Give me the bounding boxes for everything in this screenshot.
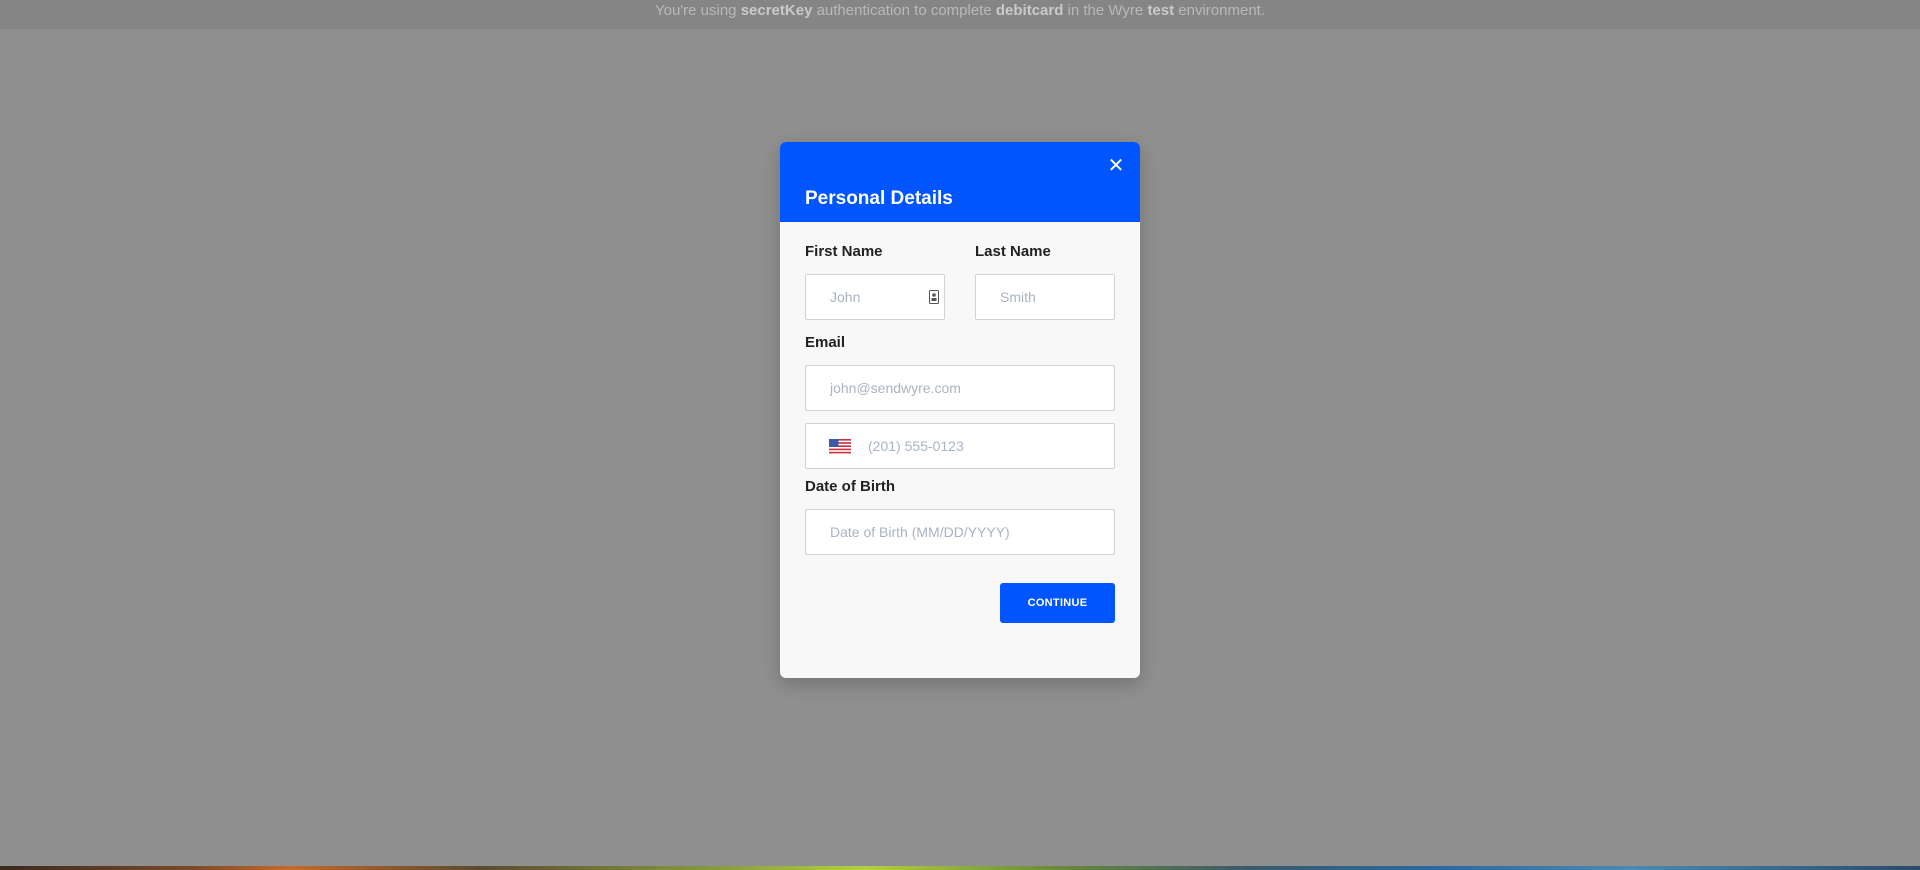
dob-label: Date of Birth (805, 478, 895, 495)
banner-middle: authentication to complete (812, 2, 996, 19)
us-flag-icon[interactable] (829, 439, 851, 454)
first-name-input[interactable] (806, 275, 944, 319)
banner-auth-method: secretKey (740, 2, 813, 19)
environment-banner: You're using secretKey authentication to… (0, 0, 1920, 29)
first-name-field-box (805, 274, 945, 320)
modal-header: ✕ Personal Details (780, 142, 1140, 222)
phone-field-box (805, 423, 1115, 469)
close-icon[interactable]: ✕ (1106, 156, 1126, 176)
banner-flow: debitcard (995, 2, 1064, 19)
background-image-edge (0, 866, 1920, 870)
banner-middle2: in the Wyre (1063, 2, 1148, 19)
dob-field-box (805, 509, 1115, 555)
email-input[interactable] (806, 366, 1114, 410)
dob-input[interactable] (806, 510, 1114, 554)
continue-button[interactable]: CONTINUE (1000, 583, 1115, 623)
modal-title: Personal Details (805, 188, 953, 209)
email-field-box (805, 365, 1115, 411)
contact-card-icon[interactable] (929, 290, 939, 304)
last-name-field-box (975, 274, 1115, 320)
banner-prefix: You're using (654, 2, 741, 19)
first-name-label: First Name (805, 243, 883, 260)
personal-details-modal: ✕ Personal Details First Name Last Name … (780, 142, 1140, 678)
banner-environment: test (1147, 2, 1175, 19)
banner-suffix: environment. (1174, 2, 1266, 19)
last-name-label: Last Name (975, 243, 1051, 260)
last-name-input[interactable] (976, 275, 1114, 319)
phone-input[interactable] (806, 424, 1114, 468)
email-label: Email (805, 334, 846, 351)
